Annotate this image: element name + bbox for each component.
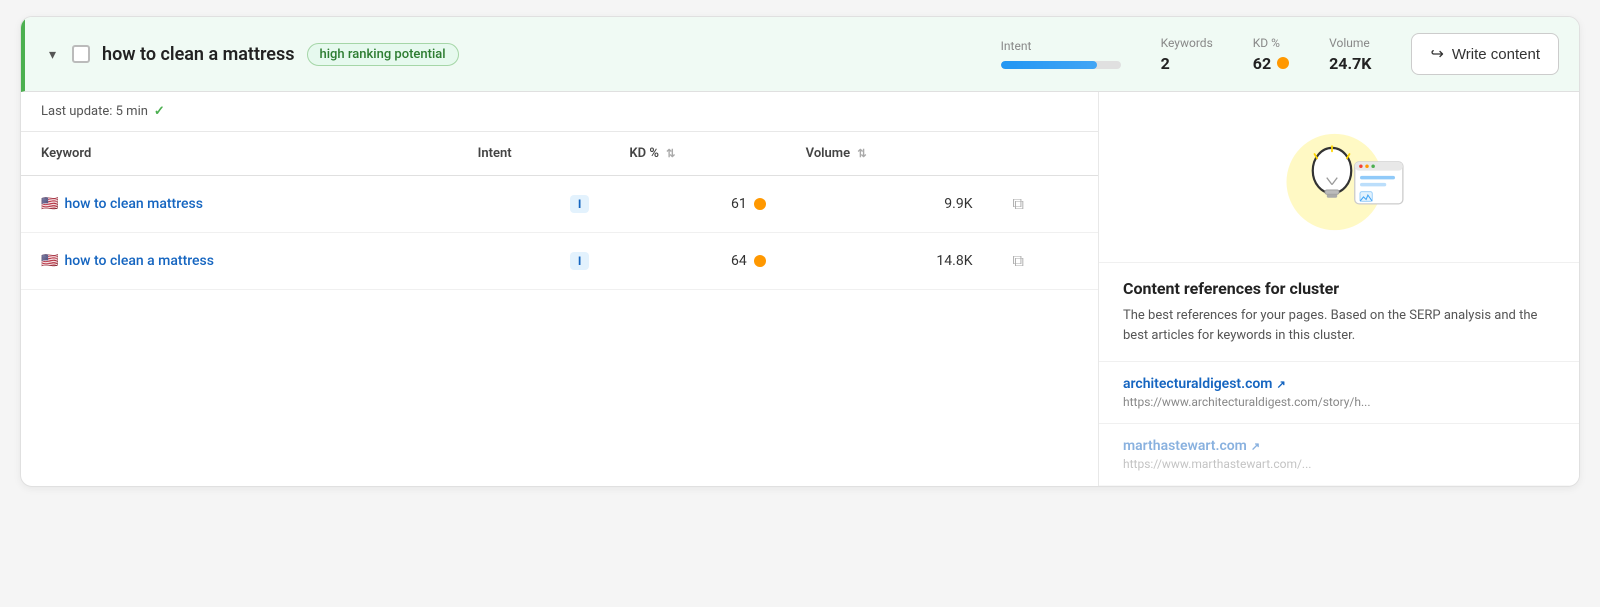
col-kd-header[interactable]: KD % ⇅ (609, 132, 785, 176)
kd-cell: 64 (609, 233, 785, 290)
content-area: Last update: 5 min ✓ Keyword Intent KD % (21, 92, 1579, 486)
col-actions-header (993, 132, 1098, 176)
keyword-link[interactable]: 🇺🇸 how to clean a mattress (41, 253, 438, 269)
reference-item: marthastewart.com ↗ https://www.marthast… (1099, 424, 1579, 486)
external-link-icon: ↗ (1276, 378, 1285, 391)
copy-icon[interactable]: ⧉ (1013, 194, 1024, 213)
keywords-meta-group: Keywords 2 (1161, 36, 1213, 73)
country-flag: 🇺🇸 (41, 196, 58, 212)
external-link-icon: ↗ (1251, 440, 1260, 453)
volume-value: 24.7K (1329, 54, 1371, 73)
illustration-area (1099, 92, 1579, 263)
intent-label: Intent (1001, 39, 1032, 53)
copy-cell: ⧉ (993, 176, 1098, 233)
header-meta: Intent Keywords 2 KD % 62 Volume 24.7K (1001, 33, 1559, 75)
volume-sort-icon: ⇅ (857, 147, 866, 160)
references-list: architecturaldigest.com ↗ https://www.ar… (1099, 362, 1579, 486)
volume-label: Volume (1329, 36, 1370, 50)
volume-cell: 9.9K (786, 176, 993, 233)
kd-dot-row (754, 255, 766, 267)
volume-meta-group: Volume 24.7K (1329, 36, 1371, 73)
kw-cell: 🇺🇸 how to clean a mattress (21, 233, 458, 290)
ref-domain-text: architecturaldigest.com (1123, 376, 1272, 392)
table-row: 🇺🇸 how to clean a mattress I 64 14.8K ⧉ (21, 233, 1098, 290)
keyword-link[interactable]: 🇺🇸 how to clean mattress (41, 196, 438, 212)
intent-meta-group: Intent (1001, 39, 1121, 69)
chevron-button[interactable]: ▾ (45, 44, 60, 65)
intent-badge: I (570, 195, 590, 213)
last-update-bar: Last update: 5 min ✓ (21, 92, 1098, 132)
kd-value: 62 (1253, 54, 1289, 73)
reference-item: architecturaldigest.com ↗ https://www.ar… (1099, 362, 1579, 424)
ref-domain-link[interactable]: architecturaldigest.com ↗ (1123, 376, 1555, 392)
intent-bar-fill (1001, 61, 1097, 69)
ref-domain-text: marthastewart.com (1123, 438, 1247, 454)
cluster-title: how to clean a mattress (102, 44, 294, 65)
intent-cell: I (458, 233, 610, 290)
main-container: ▾ how to clean a mattress high ranking p… (20, 16, 1580, 487)
table-row: 🇺🇸 how to clean mattress I 61 9.9K ⧉ (21, 176, 1098, 233)
cluster-checkbox[interactable] (72, 45, 90, 63)
volume-cell: 14.8K (786, 233, 993, 290)
col-keyword-header: Keyword (21, 132, 458, 176)
keywords-table: Keyword Intent KD % ⇅ Volume ⇅ (21, 132, 1098, 290)
ref-url-text: https://www.marthastewart.com/... (1123, 457, 1553, 471)
ref-domain-link[interactable]: marthastewart.com ↗ (1123, 438, 1555, 454)
kd-value-cell: 61 (731, 196, 747, 212)
right-panel: Content references for cluster The best … (1099, 92, 1579, 486)
copy-icon[interactable]: ⧉ (1013, 251, 1024, 270)
intent-cell: I (458, 176, 610, 233)
ref-url-text: https://www.architecturaldigest.com/stor… (1123, 395, 1553, 409)
kd-dot (1277, 57, 1289, 69)
references-desc: The best references for your pages. Base… (1123, 306, 1555, 345)
copy-cell: ⧉ (993, 233, 1098, 290)
write-content-button[interactable]: ↪ Write content (1411, 33, 1559, 75)
col-volume-header[interactable]: Volume ⇅ (786, 132, 993, 176)
references-title: Content references for cluster (1123, 279, 1555, 298)
intent-badge: I (570, 252, 590, 270)
cluster-header: ▾ how to clean a mattress high ranking p… (21, 17, 1579, 92)
kd-meta-group: KD % 62 (1253, 36, 1289, 73)
kd-dot-row (754, 198, 766, 210)
kd-sort-icon: ⇅ (666, 147, 675, 160)
kw-cell: 🇺🇸 how to clean mattress (21, 176, 458, 233)
write-content-icon: ↪ (1430, 44, 1443, 64)
keywords-label: Keywords (1161, 36, 1213, 50)
keyword-text: how to clean mattress (64, 196, 203, 212)
keyword-text: how to clean a mattress (64, 253, 214, 269)
references-section: Content references for cluster The best … (1099, 263, 1579, 362)
kd-label: KD % (1253, 36, 1280, 50)
high-ranking-badge: high ranking potential (307, 43, 459, 66)
col-intent-header: Intent (458, 132, 610, 176)
table-panel: Last update: 5 min ✓ Keyword Intent KD % (21, 92, 1099, 486)
cluster-illustration (1269, 122, 1409, 242)
checkmark-icon: ✓ (154, 104, 165, 119)
kd-cell: 61 (609, 176, 785, 233)
intent-bar (1001, 61, 1121, 69)
country-flag: 🇺🇸 (41, 253, 58, 269)
keywords-value: 2 (1161, 54, 1170, 73)
kd-value-cell: 64 (731, 253, 747, 269)
